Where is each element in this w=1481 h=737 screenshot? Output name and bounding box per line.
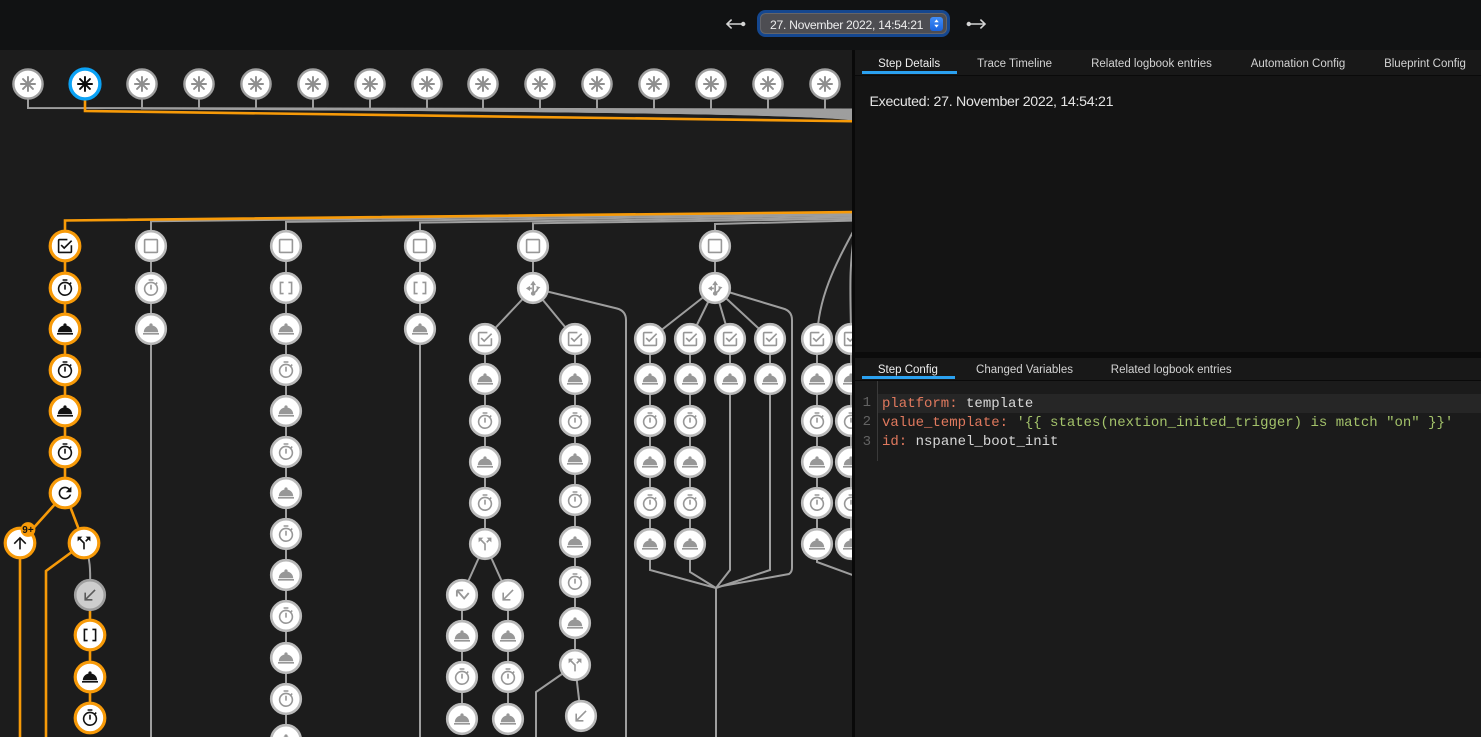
svg-text:9+: 9+ (22, 525, 34, 536)
